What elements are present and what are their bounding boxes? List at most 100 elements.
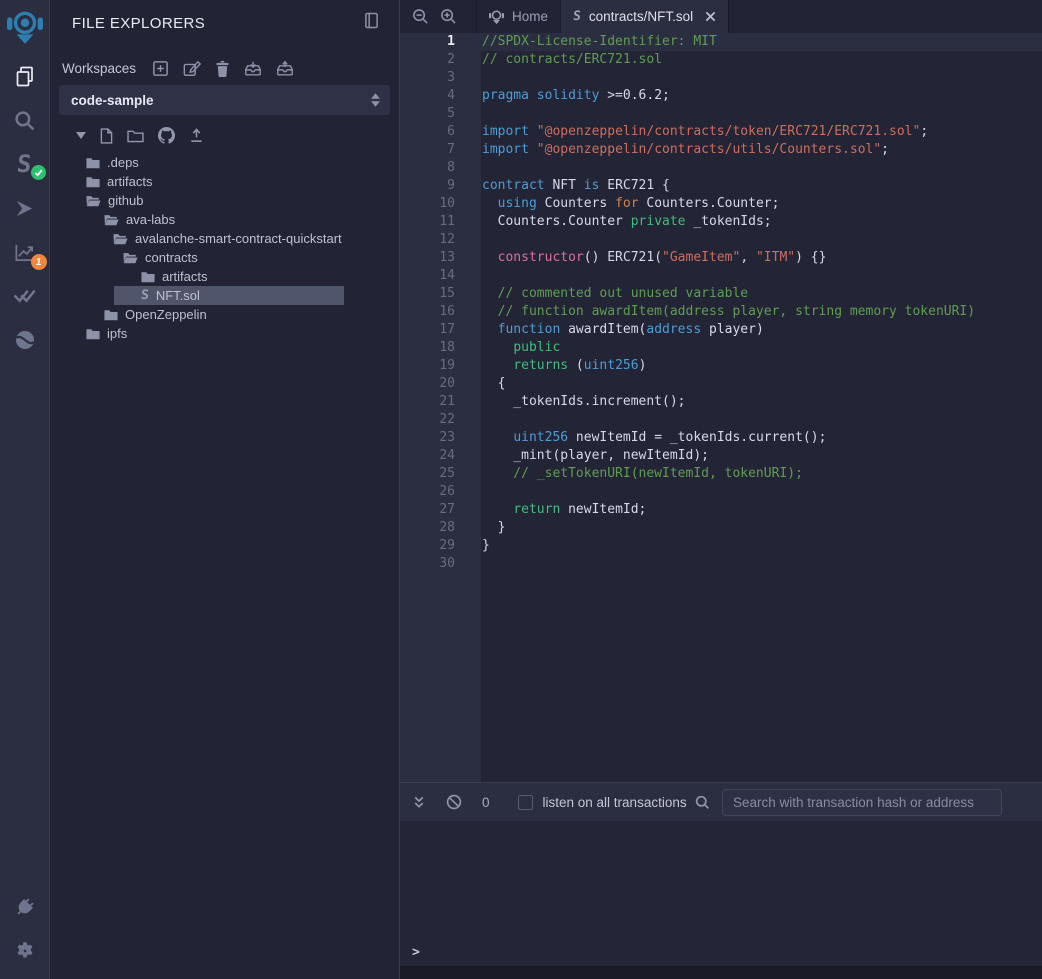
- tab-home[interactable]: Home: [476, 0, 561, 33]
- remix-logo[interactable]: [0, 0, 50, 54]
- code-line-16[interactable]: 16 // function awardItem(address player,…: [400, 303, 1042, 321]
- tree-item-avalanche-smart-contract-quickstart[interactable]: avalanche-smart-contract-quickstart: [50, 229, 399, 248]
- sourcify-icon[interactable]: [0, 318, 50, 362]
- restore-workspaces-icon[interactable]: [276, 60, 294, 77]
- analytics-icon[interactable]: 1: [0, 230, 50, 274]
- code-text: // _setTokenURI(newItemId, tokenURI);: [455, 465, 803, 483]
- code-line-2[interactable]: 2// contracts/ERC721.sol: [400, 51, 1042, 69]
- code-line-13[interactable]: 13 constructor() ERC721("GameItem", "ITM…: [400, 249, 1042, 267]
- editor-area: Home S contracts/NFT.sol 1//SPDX-License…: [400, 0, 1042, 979]
- code-line-11[interactable]: 11 Counters.Counter private _tokenIds;: [400, 213, 1042, 231]
- code-line-26[interactable]: 26: [400, 483, 1042, 501]
- code-text: [455, 159, 482, 177]
- tree-item-ipfs[interactable]: ipfs: [50, 324, 399, 343]
- line-number: 19: [400, 357, 455, 375]
- code-text: [455, 555, 482, 573]
- code-line-1[interactable]: 1//SPDX-License-Identifier: MIT: [400, 33, 1042, 51]
- code-text: constructor() ERC721("GameItem", "ITM") …: [455, 249, 826, 267]
- file-explorer-icon[interactable]: [0, 54, 50, 98]
- code-line-22[interactable]: 22: [400, 411, 1042, 429]
- tab-contracts-nft-sol[interactable]: S contracts/NFT.sol: [561, 0, 729, 33]
- new-file-icon[interactable]: [100, 128, 113, 144]
- plugin-manager-icon[interactable]: [0, 885, 50, 929]
- code-line-10[interactable]: 10 using Counters for Counters.Counter;: [400, 195, 1042, 213]
- code-line-25[interactable]: 25 // _setTokenURI(newItemId, tokenURI);: [400, 465, 1042, 483]
- code-line-17[interactable]: 17 function awardItem(address player): [400, 321, 1042, 339]
- line-number: 8: [400, 159, 455, 177]
- unit-testing-icon[interactable]: [0, 274, 50, 318]
- tree-item-label: artifacts: [162, 269, 208, 284]
- deploy-and-run-icon[interactable]: [0, 186, 50, 230]
- compiler-success-badge: [31, 165, 46, 180]
- folder-icon: [104, 309, 118, 321]
- workspace-select[interactable]: code-sample: [59, 85, 390, 115]
- tree-item-ava-labs[interactable]: ava-labs: [50, 210, 399, 229]
- collapse-chevron-icon[interactable]: [76, 132, 86, 139]
- code-text: }: [455, 519, 505, 537]
- code-line-3[interactable]: 3: [400, 69, 1042, 87]
- tree-item-label: ava-labs: [126, 212, 175, 227]
- tree-item-label: .deps: [107, 155, 139, 170]
- terminal-search-input[interactable]: [722, 789, 1002, 816]
- upload-file-icon[interactable]: [189, 128, 204, 143]
- code-line-28[interactable]: 28 }: [400, 519, 1042, 537]
- code-line-14[interactable]: 14: [400, 267, 1042, 285]
- code-line-9[interactable]: 9contract NFT is ERC721 {: [400, 177, 1042, 195]
- solidity-compiler-icon[interactable]: S: [0, 142, 50, 186]
- code-line-29[interactable]: 29}: [400, 537, 1042, 555]
- workspaces-label: Workspaces: [62, 61, 136, 76]
- download-workspaces-icon[interactable]: [244, 60, 262, 77]
- code-line-27[interactable]: 27 return newItemId;: [400, 501, 1042, 519]
- delete-workspace-icon[interactable]: [215, 60, 230, 77]
- tree-item-openzeppelin[interactable]: OpenZeppelin: [50, 305, 399, 324]
- code-text: [455, 69, 482, 87]
- tree-item-nft-sol[interactable]: SNFT.sol: [50, 286, 399, 305]
- line-number: 24: [400, 447, 455, 465]
- code-line-8[interactable]: 8: [400, 159, 1042, 177]
- tree-item-label: OpenZeppelin: [125, 307, 207, 322]
- rename-workspace-icon[interactable]: [183, 60, 201, 77]
- new-folder-icon[interactable]: [127, 129, 144, 143]
- line-number: 21: [400, 393, 455, 411]
- listen-transactions-checkbox[interactable]: [518, 795, 533, 810]
- code-line-20[interactable]: 20 {: [400, 375, 1042, 393]
- code-text: import "@openzeppelin/contracts/token/ER…: [455, 123, 928, 141]
- publish-to-gist-icon[interactable]: [158, 127, 175, 144]
- code-line-18[interactable]: 18 public: [400, 339, 1042, 357]
- zoom-in-icon[interactable]: [434, 0, 462, 33]
- settings-gear-icon[interactable]: [0, 929, 50, 973]
- clear-console-icon[interactable]: [446, 794, 462, 810]
- code-text: return newItemId;: [455, 501, 646, 519]
- code-line-12[interactable]: 12: [400, 231, 1042, 249]
- line-number: 4: [400, 87, 455, 105]
- collapse-terminal-icon[interactable]: [412, 795, 426, 810]
- close-tab-icon[interactable]: [705, 11, 716, 22]
- tree-item-contracts[interactable]: contracts: [50, 248, 399, 267]
- code-editor[interactable]: 1//SPDX-License-Identifier: MIT2// contr…: [400, 33, 1042, 782]
- terminal-output[interactable]: >: [400, 821, 1042, 966]
- code-text: import "@openzeppelin/contracts/utils/Co…: [455, 141, 889, 159]
- code-line-30[interactable]: 30: [400, 555, 1042, 573]
- line-number: 9: [400, 177, 455, 195]
- code-line-23[interactable]: 23 uint256 newItemId = _tokenIds.current…: [400, 429, 1042, 447]
- code-line-19[interactable]: 19 returns (uint256): [400, 357, 1042, 375]
- line-number: 20: [400, 375, 455, 393]
- tree-item-github[interactable]: github: [50, 191, 399, 210]
- create-workspace-icon[interactable]: [152, 60, 169, 77]
- code-line-6[interactable]: 6import "@openzeppelin/contracts/token/E…: [400, 123, 1042, 141]
- code-line-21[interactable]: 21 _tokenIds.increment();: [400, 393, 1042, 411]
- folder-icon: [86, 157, 100, 169]
- zoom-out-icon[interactable]: [406, 0, 434, 33]
- search-icon[interactable]: [0, 98, 50, 142]
- line-number: 13: [400, 249, 455, 267]
- code-line-24[interactable]: 24 _mint(player, newItemId);: [400, 447, 1042, 465]
- tree-item--deps[interactable]: .deps: [50, 153, 399, 172]
- code-line-15[interactable]: 15 // commented out unused variable: [400, 285, 1042, 303]
- journal-icon[interactable]: [364, 12, 379, 34]
- line-number: 5: [400, 105, 455, 123]
- tree-item-artifacts[interactable]: artifacts: [50, 267, 399, 286]
- tree-item-artifacts[interactable]: artifacts: [50, 172, 399, 191]
- code-line-5[interactable]: 5: [400, 105, 1042, 123]
- code-line-4[interactable]: 4pragma solidity >=0.6.2;: [400, 87, 1042, 105]
- code-line-7[interactable]: 7import "@openzeppelin/contracts/utils/C…: [400, 141, 1042, 159]
